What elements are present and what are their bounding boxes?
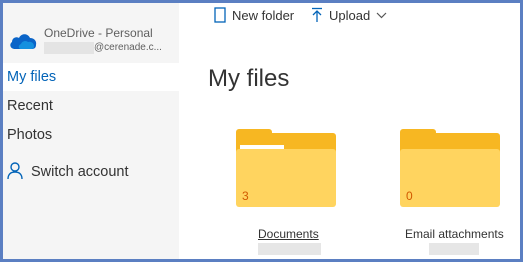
folder-meta-redacted bbox=[429, 243, 479, 255]
sidebar-item-my-files[interactable]: My files bbox=[3, 63, 179, 91]
sidebar-item-label: Photos bbox=[7, 127, 53, 143]
folder-name-link[interactable]: Email attachments bbox=[405, 227, 504, 241]
account-switcher[interactable]: OneDrive - Personal @cerenade.c... bbox=[3, 3, 179, 61]
account-email: @cerenade.c... bbox=[94, 42, 162, 53]
new-folder-label: New folder bbox=[232, 8, 295, 23]
page-title: My files bbox=[208, 65, 290, 92]
folder-meta-redacted bbox=[258, 243, 321, 255]
new-folder-button[interactable]: New folder bbox=[214, 6, 294, 26]
command-bar: New folder Upload bbox=[179, 3, 520, 30]
account-email-redacted bbox=[44, 42, 94, 54]
upload-arrow-icon bbox=[312, 7, 322, 23]
sidebar-item-label: Recent bbox=[7, 98, 53, 114]
upload-label: Upload bbox=[329, 8, 371, 23]
sidebar: OneDrive - Personal @cerenade.c... My fi… bbox=[3, 3, 179, 259]
sidebar-item-recent[interactable]: Recent bbox=[3, 92, 179, 120]
folder-item-count: 3 bbox=[242, 189, 249, 203]
person-icon bbox=[7, 161, 23, 179]
folder-icon: 0 bbox=[400, 129, 502, 208]
switch-account-label: Switch account bbox=[31, 164, 129, 180]
upload-button[interactable]: Upload bbox=[311, 6, 387, 26]
folder-item-count: 0 bbox=[406, 189, 413, 203]
folder-tile-email-attachments[interactable]: 0 Email attachments bbox=[399, 129, 509, 255]
sidebar-item-label: My files bbox=[7, 69, 57, 85]
switch-account-button[interactable]: Switch account bbox=[7, 160, 129, 184]
folder-tile-documents[interactable]: 3 Documents bbox=[235, 129, 345, 255]
onedrive-window: OneDrive - Personal @cerenade.c... My fi… bbox=[0, 0, 523, 262]
new-document-icon bbox=[214, 7, 226, 23]
folder-name-link[interactable]: Documents bbox=[258, 227, 319, 241]
sidebar-item-photos[interactable]: Photos bbox=[3, 121, 179, 149]
folder-icon: 3 bbox=[236, 129, 338, 208]
chevron-down-icon bbox=[376, 12, 387, 18]
onedrive-cloud-icon bbox=[10, 34, 37, 49]
account-service-name: OneDrive - Personal bbox=[44, 26, 153, 40]
